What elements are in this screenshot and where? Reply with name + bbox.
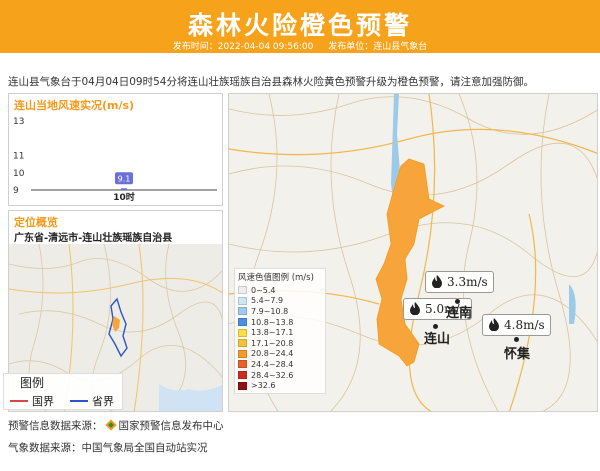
fire-icon [488,317,500,334]
map-legend: 图例 国界 省界 [3,373,123,410]
warning-meta: 发布时间：2022-04-04 09:56:00 发布单位：连山县气象台 [0,39,600,53]
place-huaiji: 怀集 [504,347,531,362]
warning-summary: 连山县气象台于04月04日09时54分将连山壮族瑶族自治县森林火险黄色预警升级为… [8,76,534,88]
y-tick-label: 10 [13,169,25,179]
publisher: 发布单位：连山县气象台 [328,42,428,52]
wind-bar [121,188,127,190]
fire-icon [431,274,443,291]
wind-legend-item: 7.9~10.8 [238,306,322,317]
station-wind-value: 3.3m/s [447,275,488,289]
wind-legend-swatch [238,360,247,369]
station-marker-huaiji[interactable]: 4.8m/s [482,314,551,336]
wind-legend-item: 28.4~32.6 [238,370,322,381]
x-tick-label: 10时 [113,191,135,203]
warning-title: 森林火险橙色预警 [187,11,412,40]
wind-legend-swatch [238,318,247,327]
warning-source[interactable]: 国家预警信息发布中心 [119,420,224,432]
place-lianshan: 连山 [424,332,451,347]
place-lianan: 连南 [446,306,473,321]
legend-title: 图例 [20,376,44,390]
wind-legend-swatch [238,286,247,295]
location-region: 广东省-清远市-连山壮族瑶族自治县 [14,233,173,244]
wind-legend-label: 10.8~13.8 [251,317,294,327]
wind-legend-label: 28.4~32.6 [251,370,294,380]
wind-speed-panel: 连山当地风速实况(m/s) 13 11 10 9 9.1 10时 [8,93,223,206]
y-tick-label: 13 [13,117,24,127]
wind-legend-title: 风速色值图例 (m/s) [238,273,314,283]
wind-legend-label: 0~5.4 [251,285,276,295]
warning-source-line: 预警信息数据来源： 国家预警信息发布中心 [8,418,224,434]
weather-source: 气象数据来源：中国气象局全国自动站实况 [8,442,208,454]
publish-time: 发布时间：2022-04-04 09:56:00 [172,42,314,52]
wind-legend-swatch [238,307,247,316]
wind-legend-swatch [238,296,247,305]
wind-legend-item: 5.4~7.9 [238,296,322,307]
location-panel-title: 定位概览 [14,216,58,229]
y-tick-label: 11 [13,152,24,162]
warning-header: 森林火险橙色预警 发布时间：2022-04-04 09:56:00 发布单位：连… [0,0,600,53]
wind-legend-item: 24.4~28.4 [238,359,322,370]
wind-legend-swatch [238,371,247,380]
wind-legend-label: 20.8~24.4 [251,349,294,359]
station-marker-lianan[interactable]: 3.3m/s [425,271,494,293]
wind-legend-item: >32.6 [238,380,322,391]
wind-color-legend: 风速色值图例 (m/s) 0~5.4 5.4~7.9 7.9~10.8 10.8~13… [234,268,326,394]
wind-legend-label: >32.6 [251,381,276,391]
y-tick-label: 9 [13,186,19,196]
wind-legend-swatch [238,381,247,390]
legend-provincial-border: 省界 [92,395,114,408]
fire-icon [409,301,421,318]
wind-legend-label: 17.1~20.8 [251,338,294,348]
wind-legend-label: 24.4~28.4 [251,359,294,369]
warning-center-logo-icon [104,418,117,434]
wind-speed-chart: 13 11 10 9 9.1 10时 [13,117,217,203]
city-dot-huaiji [514,337,519,342]
wind-legend-swatch [238,328,247,337]
bar-value-label: 9.1 [118,174,131,183]
legend-national-border: 国界 [32,395,54,408]
wind-legend-label: 5.4~7.9 [251,296,284,306]
wind-legend-swatch [238,339,247,348]
station-wind-value: 4.8m/s [504,318,545,332]
wind-legend-item: 10.8~13.8 [238,317,322,328]
wind-legend-item: 17.1~20.8 [238,338,322,349]
warning-source-label: 预警信息数据来源： [8,420,103,432]
wind-legend-item: 13.8~17.1 [238,327,322,338]
wind-legend-item: 0~5.4 [238,285,322,296]
wind-legend-label: 7.9~10.8 [251,306,289,316]
wind-legend-swatch [238,349,247,358]
wind-legend-item: 20.8~24.4 [238,349,322,360]
wind-legend-label: 13.8~17.1 [251,328,294,338]
